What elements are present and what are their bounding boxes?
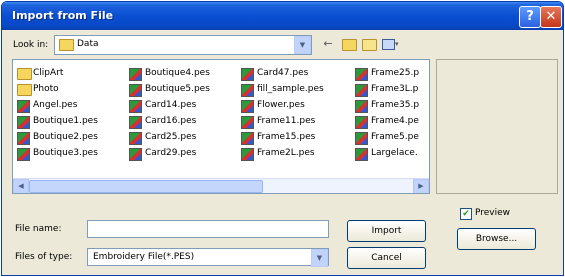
- pes-file-icon: [129, 84, 142, 97]
- view-menu-icon[interactable]: ▾: [380, 36, 402, 52]
- window-title: Import from File: [12, 9, 114, 22]
- pes-file-icon: [17, 132, 30, 145]
- pes-file-icon: [241, 84, 254, 97]
- look-in-label: Look in:: [13, 40, 49, 50]
- file-name: Flower.pes: [257, 100, 305, 110]
- file-name: Frame15.pes: [257, 132, 316, 142]
- preview-pane: [436, 59, 558, 194]
- pes-file-icon: [129, 68, 142, 81]
- file-name: Frame2L.pes: [257, 148, 315, 158]
- import-button[interactable]: Import: [347, 220, 426, 242]
- pes-file-icon: [241, 68, 254, 81]
- pes-file-icon: [129, 132, 142, 145]
- file-name: Card16.pes: [145, 116, 197, 126]
- file-name-input[interactable]: [87, 220, 329, 238]
- pes-file-icon: [355, 100, 368, 113]
- file-name: Photo: [33, 84, 59, 94]
- pes-file-icon: [129, 148, 142, 161]
- file-name: Frame11.pes: [257, 116, 316, 126]
- pes-file-icon: [129, 116, 142, 129]
- file-name: Boutique5.pes: [145, 84, 210, 94]
- folder-icon: [17, 84, 32, 96]
- pes-file-icon: [355, 84, 368, 97]
- file-name-label: File name:: [15, 224, 62, 234]
- files-of-type-value: Embroidery File(*.PES): [93, 252, 195, 262]
- look-in-dropdown[interactable]: Data ▼: [54, 35, 312, 55]
- scroll-right-icon[interactable]: ▶: [413, 179, 429, 193]
- file-name: Frame3L.p: [371, 84, 419, 94]
- pes-file-icon: [17, 116, 30, 129]
- file-name: Frame4.pe: [371, 116, 419, 126]
- close-button[interactable]: ✕: [540, 6, 562, 28]
- file-name: Boutique3.pes: [33, 148, 98, 158]
- chevron-down-icon[interactable]: ▼: [311, 249, 328, 267]
- file-name: Boutique4.pes: [145, 68, 210, 78]
- file-name: Card14.pes: [145, 100, 197, 110]
- title-bar[interactable]: Import from File ? ✕: [2, 2, 563, 30]
- pes-file-icon: [241, 132, 254, 145]
- preview-label: Preview: [475, 208, 511, 218]
- pes-file-icon: [355, 132, 368, 145]
- file-name: Card29.pes: [145, 148, 197, 158]
- pes-file-icon: [241, 116, 254, 129]
- up-folder-icon[interactable]: [340, 36, 357, 52]
- file-name: Card47.pes: [257, 68, 309, 78]
- pes-file-icon: [355, 148, 368, 161]
- pes-file-icon: [355, 116, 368, 129]
- folder-icon: [59, 39, 74, 51]
- file-name: Angel.pes: [33, 100, 78, 110]
- horizontal-scrollbar[interactable]: ◀ ▶: [13, 178, 429, 193]
- file-name: Boutique1.pes: [33, 116, 98, 126]
- chevron-down-icon[interactable]: ▼: [294, 36, 311, 54]
- file-name: Frame35.p: [371, 100, 420, 110]
- scroll-left-icon[interactable]: ◀: [13, 179, 29, 193]
- pes-file-icon: [241, 100, 254, 113]
- pes-file-icon: [355, 68, 368, 81]
- cancel-button[interactable]: Cancel: [347, 247, 426, 269]
- pes-file-icon: [129, 100, 142, 113]
- import-dialog: Import from File ? ✕ Look in: Data ▼ ← ▾…: [1, 1, 564, 276]
- file-name: Boutique2.pes: [33, 132, 98, 142]
- look-in-value: Data: [77, 39, 99, 49]
- files-of-type-dropdown[interactable]: Embroidery File(*.PES) ▼: [87, 248, 329, 267]
- new-folder-icon[interactable]: [360, 36, 377, 52]
- file-name: Largelace.: [371, 148, 418, 158]
- file-list[interactable]: ClipArt Photo Angel.pes Boutique1.pes Bo…: [12, 59, 430, 194]
- help-button[interactable]: ?: [519, 6, 541, 28]
- file-name: Card25.pes: [145, 132, 197, 142]
- browse-button[interactable]: Browse...: [457, 228, 536, 250]
- file-name: Frame25.p: [371, 68, 420, 78]
- file-name: ClipArt: [33, 68, 64, 78]
- pes-file-icon: [241, 148, 254, 161]
- back-arrow-icon[interactable]: ←: [320, 36, 336, 52]
- pes-file-icon: [17, 100, 30, 113]
- folder-icon: [17, 68, 32, 80]
- pes-file-icon: [17, 148, 30, 161]
- scroll-thumb[interactable]: [29, 180, 263, 193]
- files-of-type-label: Files of type:: [15, 252, 73, 262]
- file-name: Frame5.pe: [371, 132, 419, 142]
- file-name: fill_sample.pes: [257, 84, 324, 94]
- preview-checkbox[interactable]: ✔: [460, 208, 472, 220]
